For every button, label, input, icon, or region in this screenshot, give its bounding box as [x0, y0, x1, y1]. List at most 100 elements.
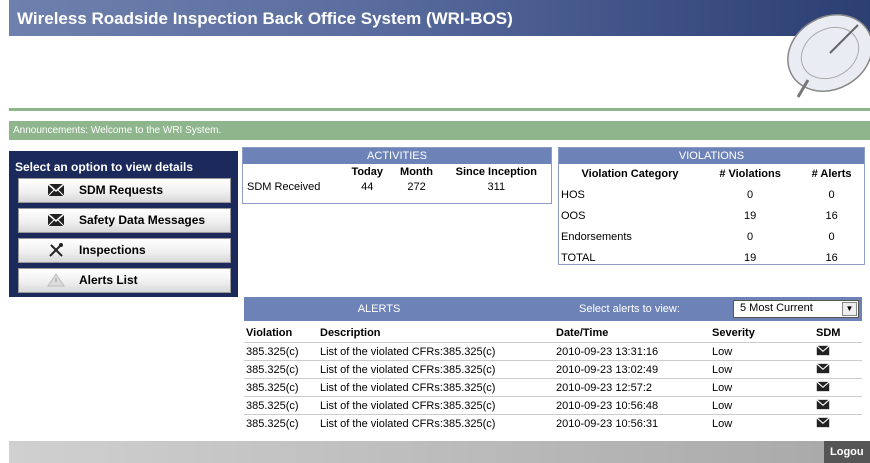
- violation-cell: 385.325(c): [244, 414, 320, 432]
- category-cell: HOS: [561, 188, 585, 201]
- violations-cell: 19: [743, 251, 757, 264]
- sidebar: Select an option to view details SDM Req…: [9, 151, 238, 297]
- violations-cell: 0: [747, 188, 754, 201]
- sdm-cell: [816, 360, 862, 379]
- select-value: 5 Most Current: [740, 302, 813, 314]
- category-cell: TOTAL: [561, 251, 596, 264]
- since-value: 311: [487, 180, 506, 193]
- table-row: SDM Received 44 272 311: [243, 179, 551, 194]
- violation-cell: 385.325(c): [244, 396, 320, 415]
- datetime-cell: 2010-09-23 12:57:2: [556, 378, 712, 397]
- alerts-table: Violation Description Date/Time Severity…: [244, 324, 862, 432]
- row-label: SDM Received: [247, 180, 321, 193]
- sdm-cell: [816, 396, 862, 415]
- table-row[interactable]: 385.325(c) List of the violated CFRs:385…: [244, 360, 862, 379]
- inspections-label: Inspections: [79, 243, 146, 257]
- inspections-button[interactable]: Inspections: [18, 238, 231, 263]
- violations-panel: VIOLATIONS Violation Category # Violatio…: [558, 147, 865, 265]
- announcement-bar: Announcements: Welcome to the WRI System…: [9, 121, 870, 140]
- description-cell: List of the violated CFRs:385.325(c): [320, 378, 556, 397]
- column-header: SDM: [816, 327, 841, 339]
- header-divider: [9, 108, 870, 111]
- envelope-icon[interactable]: [816, 362, 830, 374]
- sdm-requests-label: SDM Requests: [79, 183, 164, 197]
- satellite-dish-icon: [787, 14, 870, 98]
- datetime-cell: 2010-09-23 13:02:49: [556, 360, 712, 379]
- violations-cell: 0: [747, 230, 754, 243]
- alerts-cell: 0: [828, 230, 835, 243]
- table-row: HOS 0 0: [559, 184, 864, 205]
- description-cell: List of the violated CFRs:385.325(c): [320, 396, 556, 415]
- header: Wireless Roadside Inspection Back Office…: [0, 0, 870, 110]
- sidebar-title: Select an option to view details: [15, 160, 194, 174]
- app-title: Wireless Roadside Inspection Back Office…: [17, 9, 513, 28]
- violation-cell: 385.325(c): [244, 378, 320, 397]
- violations-table: Violation Category # Violations # Alerts…: [559, 164, 864, 268]
- envelope-icon[interactable]: [816, 398, 830, 410]
- envelope-icon[interactable]: [816, 344, 830, 356]
- datetime-cell: 2010-09-23 10:56:48: [556, 396, 712, 415]
- alerts-list-button[interactable]: Alerts List: [18, 268, 231, 293]
- datetime-cell: 2010-09-23 13:31:16: [556, 342, 712, 361]
- sdm-cell: [816, 414, 862, 432]
- description-cell: List of the violated CFRs:385.325(c): [320, 414, 556, 432]
- table-row: TOTAL 19 16: [559, 247, 864, 268]
- severity-cell: Low: [712, 414, 816, 432]
- column-header: Since Inception: [455, 165, 537, 178]
- announcement-text: Announcements: Welcome to the WRI System…: [13, 125, 222, 136]
- severity-cell: Low: [712, 342, 816, 361]
- category-cell: OOS: [561, 209, 586, 222]
- column-header: Date/Time: [556, 327, 609, 339]
- column-header: Violation Category: [581, 168, 679, 180]
- column-header: Today: [351, 165, 384, 178]
- violation-cell: 385.325(c): [244, 342, 320, 361]
- sdm-cell: [816, 342, 862, 361]
- violations-title: VIOLATIONS: [559, 148, 864, 164]
- severity-cell: Low: [712, 378, 816, 397]
- alerts-title: ALERTS: [357, 303, 401, 315]
- safety-data-messages-label: Safety Data Messages: [79, 213, 206, 227]
- violation-cell: 385.325(c): [244, 360, 320, 379]
- alerts-cell: 16: [825, 209, 838, 222]
- activities-panel: ACTIVITIES Today Month Since Inception S…: [242, 147, 552, 204]
- column-header: # Alerts: [811, 168, 852, 180]
- column-header: Violation: [246, 327, 293, 339]
- column-header: Severity: [712, 327, 755, 339]
- envelope-icon: [47, 213, 65, 227]
- category-cell: Endorsements: [561, 230, 632, 243]
- safety-data-messages-button[interactable]: Safety Data Messages: [18, 208, 231, 233]
- activities-table: Today Month Since Inception SDM Received…: [243, 164, 551, 194]
- severity-cell: Low: [712, 396, 816, 415]
- column-header: # Violations: [719, 168, 781, 180]
- table-row: Endorsements 0 0: [559, 226, 864, 247]
- description-cell: List of the violated CFRs:385.325(c): [320, 360, 556, 379]
- today-value: 44: [361, 180, 374, 193]
- alerts-cell: 16: [825, 251, 838, 264]
- table-row[interactable]: 385.325(c) List of the violated CFRs:385…: [244, 396, 862, 415]
- sdm-cell: [816, 378, 862, 397]
- datetime-cell: 2010-09-23 10:56:31: [556, 414, 712, 432]
- table-row[interactable]: 385.325(c) List of the violated CFRs:385…: [244, 378, 862, 397]
- alerts-select-label: Select alerts to view:: [579, 303, 680, 315]
- table-row[interactable]: 385.325(c) List of the violated CFRs:385…: [244, 414, 862, 432]
- month-value: 272: [407, 180, 426, 193]
- logout-button[interactable]: Logou: [824, 441, 870, 463]
- envelope-icon[interactable]: [816, 416, 830, 428]
- table-row[interactable]: 385.325(c) List of the violated CFRs:385…: [244, 342, 862, 361]
- chevron-down-icon[interactable]: ▼: [842, 302, 857, 316]
- alerts-header: ALERTS Select alerts to view: 5 Most Cur…: [244, 297, 862, 321]
- violations-cell: 19: [743, 209, 757, 222]
- warning-icon: [47, 273, 65, 287]
- alerts-list-label: Alerts List: [79, 273, 138, 287]
- severity-cell: Low: [712, 360, 816, 379]
- activities-title: ACTIVITIES: [243, 148, 551, 164]
- description-cell: List of the violated CFRs:385.325(c): [320, 342, 556, 361]
- column-header: Description: [320, 327, 381, 339]
- envelope-icon[interactable]: [816, 380, 830, 392]
- alerts-count-select[interactable]: 5 Most Current ▼: [733, 300, 859, 318]
- alerts-cell: 0: [828, 188, 835, 201]
- column-header: Month: [400, 165, 434, 178]
- table-row: OOS 19 16: [559, 205, 864, 226]
- sdm-requests-button[interactable]: SDM Requests: [18, 178, 231, 203]
- title-bar: Wireless Roadside Inspection Back Office…: [9, 0, 870, 36]
